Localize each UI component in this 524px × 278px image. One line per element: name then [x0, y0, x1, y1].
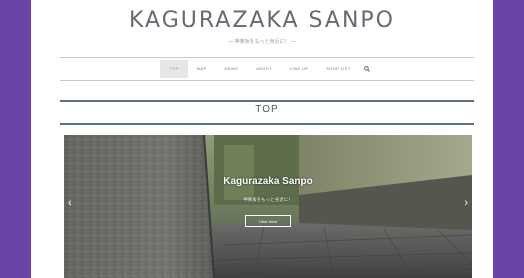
hero-image	[64, 135, 472, 278]
chevron-left-icon[interactable]: ‹	[68, 197, 72, 209]
nav-item-news[interactable]: NEWS	[216, 60, 248, 78]
slide-subtitle: 神楽坂をもっと身近に！	[243, 197, 293, 202]
click-here-button[interactable]: Click Here	[245, 215, 291, 227]
nav-item-top[interactable]: TOP	[160, 60, 188, 78]
nav-item-map[interactable]: MAP	[188, 60, 216, 78]
nav-item-line-up[interactable]: LINE UP	[281, 60, 317, 78]
page: KAGURAZAKA SANPO — 神楽坂をもっと身近に！ — TOP MAP…	[31, 0, 493, 278]
nav-item-shop-list[interactable]: SHOP LIST	[317, 60, 359, 78]
nav-item-about[interactable]: ABOUT	[247, 60, 281, 78]
nav-divider-bottom	[60, 80, 474, 81]
section-heading: TOP	[255, 104, 279, 115]
heading-bar-bottom	[60, 123, 474, 125]
chevron-right-icon[interactable]: ›	[464, 197, 468, 209]
site-tagline: — 神楽坂をもっと身近に！ —	[228, 39, 296, 45]
slide-title: Kagurazaka Sanpo	[223, 176, 313, 187]
main-nav: TOP MAP NEWS ABOUT LINE UP SHOP LIST	[60, 60, 474, 78]
nav-divider-top	[60, 57, 474, 58]
hero-slider[interactable]: Kagurazaka Sanpo 神楽坂をもっと身近に！ Click Here …	[64, 135, 472, 278]
site-title[interactable]: KAGURAZAKA SANPO	[31, 8, 493, 33]
heading-bar-top	[60, 100, 474, 102]
search-icon[interactable]	[360, 60, 374, 78]
